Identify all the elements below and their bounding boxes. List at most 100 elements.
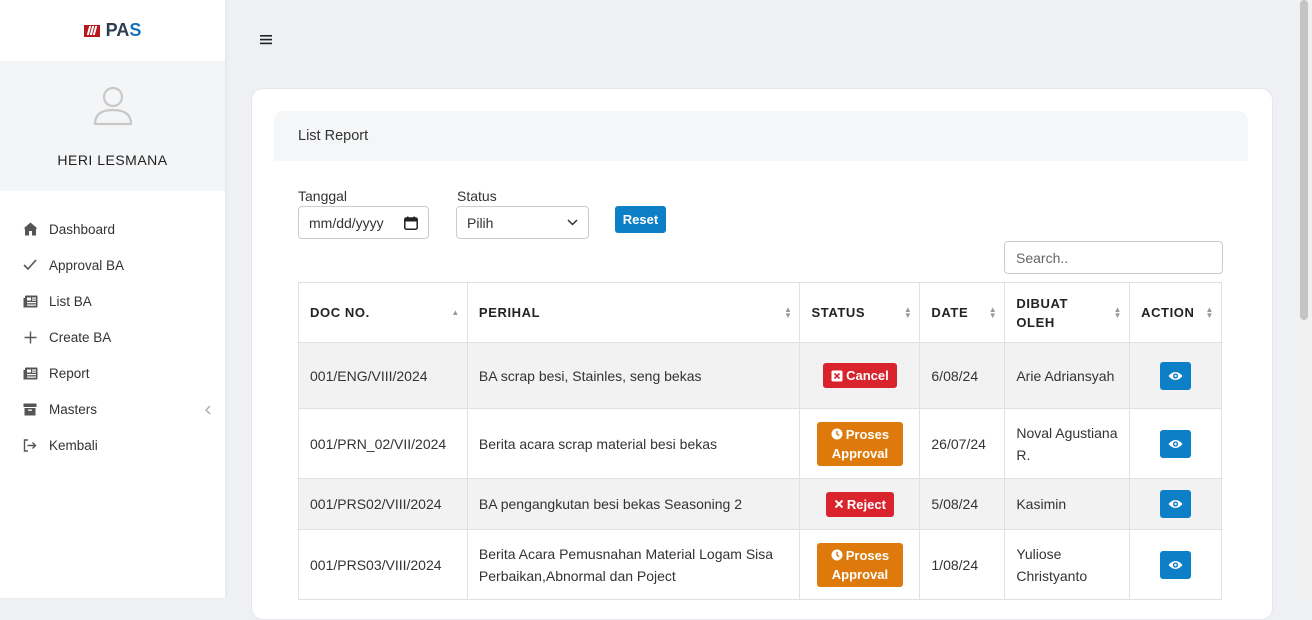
status-label: Status — [457, 188, 497, 204]
sign-out-icon — [22, 437, 38, 453]
status-badge-label: Cancel — [846, 368, 889, 383]
eye-icon — [1168, 371, 1183, 380]
th-perihal[interactable]: PERIHAL ▲ ▼ — [466, 282, 801, 343]
th-label: ACTION — [1141, 305, 1195, 320]
cell-doc-no: 001/ENG/VIII/2024 — [298, 342, 468, 409]
user-panel: HERI LESMANA — [0, 61, 225, 191]
close-square-icon — [831, 370, 843, 382]
sidebar-item-masters[interactable]: Masters — [0, 391, 225, 427]
chevron-left-icon — [204, 403, 211, 418]
cell-perihal: BA scrap besi, Stainles, seng bekas — [466, 342, 801, 409]
sidebar-item-dashboard[interactable]: Dashboard — [0, 211, 225, 247]
cell-status: Reject — [799, 478, 921, 530]
page-scrollbar[interactable] — [1297, 0, 1312, 598]
status-badge-label: Proses — [845, 547, 890, 563]
chevron-down-icon — [567, 219, 578, 226]
sort-icon: ▲ ▼ — [903, 304, 913, 320]
view-button[interactable] — [1160, 550, 1192, 579]
search-input[interactable]: Search.. — [1004, 241, 1223, 274]
th-label: DIBUAT OLEH — [1016, 295, 1069, 330]
sidebar-item-list-ba[interactable]: List BA — [0, 283, 225, 319]
th-label: DOC NO. — [310, 305, 370, 320]
newspaper-icon — [22, 293, 38, 309]
scrollbar-thumb[interactable] — [1300, 0, 1308, 320]
sidebar-item-label: Dashboard — [49, 221, 116, 237]
th-action[interactable]: ACTION ▲ ▼ — [1129, 282, 1222, 343]
sidebar-item-label: Masters — [49, 401, 98, 417]
status-badge-label: Reject — [846, 496, 886, 512]
th-label: STATUS — [811, 305, 866, 320]
table-header-row: DOC NO. ▲ PERIHAL ▲ ▼ STATUS ▲ ▼ DATE ▲ ▼ DIBUA… — [298, 282, 1222, 343]
cell-status: Cancel — [799, 342, 921, 409]
status-badge: Proses Approval — [816, 542, 904, 587]
brand-logo-icon — [83, 24, 100, 37]
table-row: 001/PRS03/VIII/2024 Berita Acara Pemusna… — [298, 529, 1222, 600]
sidebar-item-label: Kembali — [49, 437, 98, 453]
cell-date: 5/08/24 — [919, 478, 1006, 530]
sort-icon: ▲ ▼ — [783, 304, 793, 320]
view-button[interactable] — [1160, 361, 1192, 390]
status-badge-label: Approval — [831, 445, 889, 461]
th-date[interactable]: DATE ▲ ▼ — [919, 282, 1006, 343]
user-avatar-icon — [93, 86, 132, 126]
cell-status: Proses Approval — [799, 529, 921, 600]
brand-text-accent: S — [129, 20, 142, 40]
cell-dibuat-oleh: Kasimin — [1004, 478, 1131, 530]
sidebar-item-kembali[interactable]: Kembali — [0, 427, 225, 463]
hamburger-icon — [260, 35, 272, 45]
card-title: List Report — [298, 128, 369, 144]
plus-icon — [22, 329, 38, 345]
archive-icon — [22, 401, 38, 417]
cell-perihal: BA pengangkutan besi bekas Seasoning 2 — [466, 478, 801, 530]
table-row: 001/PRN_02/VII/2024 Berita acara scrap m… — [298, 408, 1222, 479]
tanggal-label: Tanggal — [298, 188, 348, 204]
cell-action — [1129, 529, 1222, 600]
cell-doc-no: 001/PRS02/VIII/2024 — [298, 478, 468, 530]
date-placeholder: mm/dd/yyyy — [309, 214, 384, 231]
th-doc-no[interactable]: DOC NO. ▲ — [298, 282, 468, 343]
cell-doc-no: 001/PRN_02/VII/2024 — [298, 408, 468, 479]
eye-icon — [1168, 500, 1183, 508]
table-row: 001/PRS02/VIII/2024 BA pengangkutan besi… — [298, 478, 1222, 530]
cell-dibuat-oleh: Yuliose Christyanto — [1004, 529, 1131, 600]
cell-perihal: Berita Acara Pemusnahan Material Logam S… — [466, 529, 801, 600]
th-status[interactable]: STATUS ▲ ▼ — [799, 282, 921, 343]
card-header — [274, 111, 1248, 161]
sidebar-item-approval-ba[interactable]: Approval BA — [0, 247, 225, 283]
sidebar-menu: Dashboard Approval BA List BA Create BA … — [0, 211, 225, 463]
sidebar-item-label: Report — [49, 365, 90, 381]
reset-button[interactable]: Reset — [615, 206, 666, 233]
cell-doc-no: 001/PRS03/VIII/2024 — [298, 529, 468, 600]
cell-date: 6/08/24 — [919, 342, 1006, 409]
cell-date: 1/08/24 — [919, 529, 1006, 600]
clock-icon — [831, 549, 843, 561]
status-select[interactable]: Pilih — [456, 206, 589, 239]
status-badge: Reject — [825, 491, 894, 517]
search-placeholder: Search.. — [1016, 249, 1069, 266]
view-button[interactable] — [1160, 429, 1192, 458]
cell-dibuat-oleh: Noval Agustiana R. — [1004, 408, 1131, 479]
sidebar-item-create-ba[interactable]: Create BA — [0, 319, 225, 355]
menu-toggle-button[interactable] — [260, 30, 272, 50]
cell-dibuat-oleh: Arie Adriansyah — [1004, 342, 1131, 409]
tanggal-date-input[interactable]: mm/dd/yyyy — [298, 206, 429, 239]
th-dibuat-oleh[interactable]: DIBUAT OLEH ▲ ▼ — [1004, 282, 1131, 343]
cell-action — [1129, 478, 1222, 530]
sort-icon: ▲ ▼ — [1205, 304, 1214, 320]
sidebar-item-label: List BA — [49, 293, 92, 309]
status-badge-label: Proses — [845, 426, 890, 442]
newspaper-icon — [22, 365, 38, 381]
brand[interactable]: PAS — [0, 0, 225, 61]
status-select-value: Pilih — [467, 214, 494, 231]
cell-action — [1129, 342, 1222, 409]
cell-action — [1129, 408, 1222, 479]
th-label: PERIHAL — [478, 305, 541, 320]
sidebar-item-report[interactable]: Report — [0, 355, 225, 391]
cell-status: Proses Approval — [799, 408, 921, 479]
view-button[interactable] — [1160, 490, 1192, 518]
status-badge-label: Approval — [831, 566, 889, 582]
sidebar: PAS HERI LESMANA Dashboard Approval BA L… — [0, 0, 225, 598]
eye-icon — [1168, 560, 1183, 569]
status-badge: Proses Approval — [816, 421, 904, 466]
sort-icon: ▲ ▼ — [988, 304, 998, 320]
